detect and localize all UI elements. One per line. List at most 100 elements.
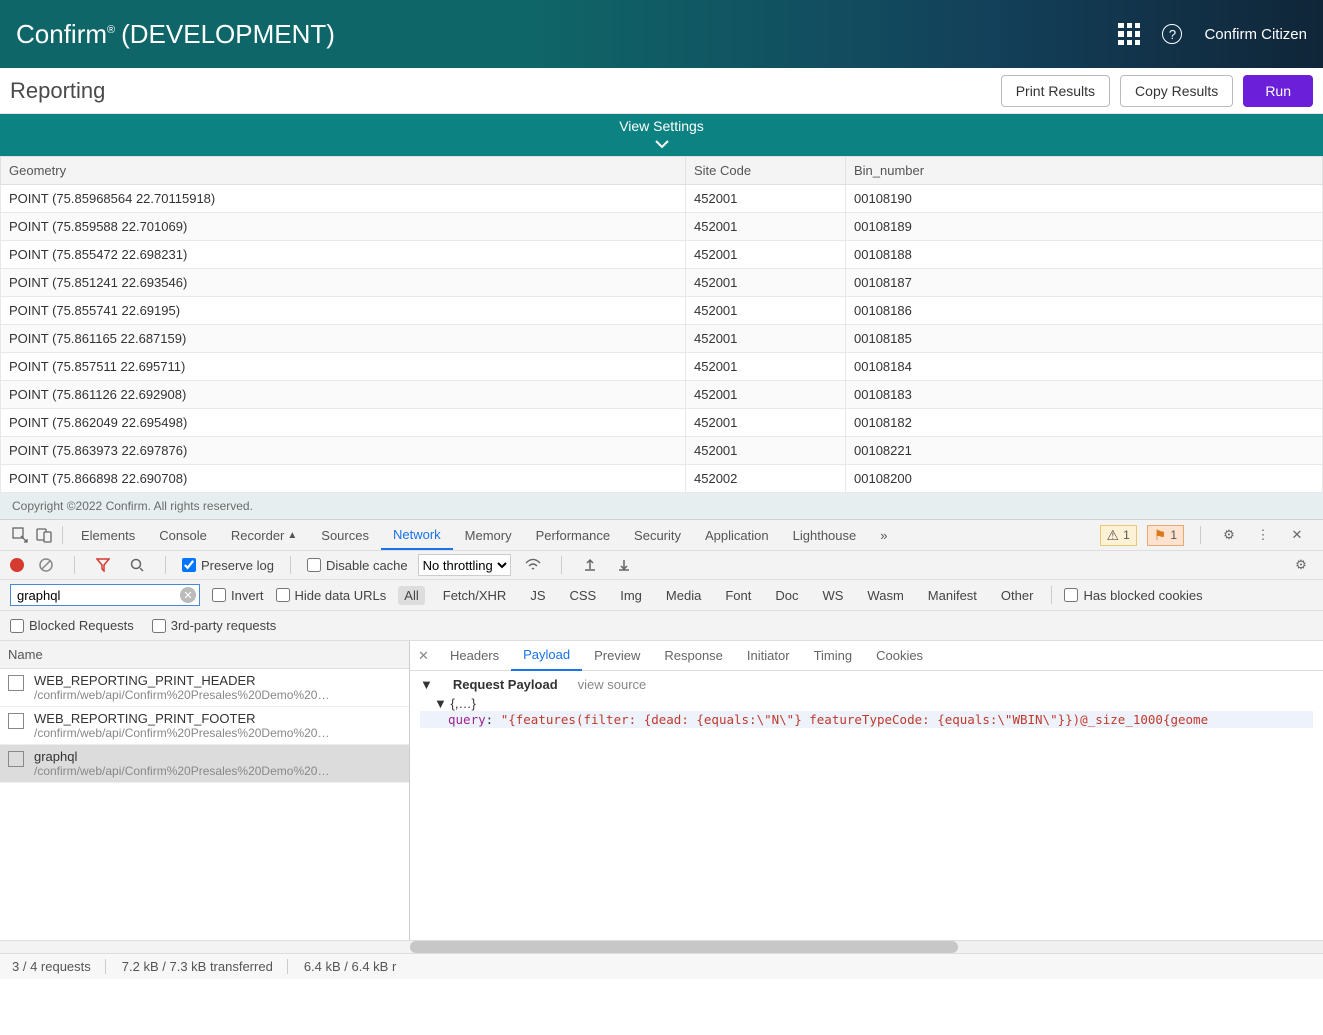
subtab-cookies[interactable]: Cookies (864, 641, 935, 671)
table-row[interactable]: POINT (75.861126 22.692908)4520010010818… (1, 381, 1323, 409)
table-row[interactable]: POINT (75.851241 22.693546)4520010010818… (1, 269, 1323, 297)
tab-performance[interactable]: Performance (524, 520, 622, 550)
table-row[interactable]: POINT (75.855741 22.69195)45200100108186 (1, 297, 1323, 325)
table-row[interactable]: POINT (75.855472 22.698231)4520010010818… (1, 241, 1323, 269)
cell-geometry: POINT (75.855472 22.698231) (1, 241, 686, 269)
hide-data-urls-checkbox[interactable]: Hide data URLs (276, 588, 387, 603)
search-icon[interactable] (125, 553, 149, 577)
tab-security[interactable]: Security (622, 520, 693, 550)
wifi-icon[interactable] (521, 553, 545, 577)
type-css[interactable]: CSS (564, 586, 603, 605)
copy-results-button[interactable]: Copy Results (1120, 75, 1233, 107)
subtab-payload[interactable]: Payload (511, 641, 582, 671)
tab-console[interactable]: Console (147, 520, 219, 550)
type-all[interactable]: All (398, 586, 424, 605)
subtab-timing[interactable]: Timing (802, 641, 865, 671)
request-item[interactable]: WEB_REPORTING_PRINT_HEADER/confirm/web/a… (0, 669, 409, 707)
type-doc[interactable]: Doc (769, 586, 804, 605)
network-settings-gear-icon[interactable]: ⚙ (1289, 553, 1313, 577)
subtab-initiator[interactable]: Initiator (735, 641, 802, 671)
has-blocked-cookies-checkbox[interactable]: Has blocked cookies (1064, 588, 1202, 603)
table-row[interactable]: POINT (75.866898 22.690708)4520020010820… (1, 465, 1323, 493)
column-geometry[interactable]: Geometry (1, 157, 686, 185)
help-icon[interactable]: ? (1162, 24, 1182, 44)
column-bin-number[interactable]: Bin_number (846, 157, 1323, 185)
cell-geometry: POINT (75.866898 22.690708) (1, 465, 686, 493)
clear-filter-icon[interactable]: ✕ (180, 587, 196, 603)
tab-lighthouse[interactable]: Lighthouse (781, 520, 869, 550)
invert-checkbox[interactable]: Invert (212, 588, 264, 603)
cell-geometry: POINT (75.851241 22.693546) (1, 269, 686, 297)
beta-indicator-icon: ▲ (287, 530, 297, 541)
table-row[interactable]: POINT (75.857511 22.695711)4520010010818… (1, 353, 1323, 381)
horizontal-scrollbar[interactable] (410, 941, 1323, 953)
tab-sources[interactable]: Sources (309, 520, 381, 550)
close-detail-icon[interactable]: ✕ (418, 648, 438, 664)
subtab-headers[interactable]: Headers (438, 641, 511, 671)
type-wasm[interactable]: Wasm (861, 586, 909, 605)
disclosure-triangle-icon[interactable]: ▼ (420, 677, 433, 692)
close-devtools-icon[interactable]: ✕ (1285, 523, 1309, 547)
tab-memory[interactable]: Memory (453, 520, 524, 550)
user-label[interactable]: Confirm Citizen (1204, 26, 1307, 43)
cell-site-code: 452001 (686, 213, 846, 241)
warnings-chip[interactable]: ⚠1 (1100, 525, 1137, 546)
type-manifest[interactable]: Manifest (922, 586, 983, 605)
request-item[interactable]: WEB_REPORTING_PRINT_FOOTER/confirm/web/a… (0, 707, 409, 745)
inspect-icon[interactable] (8, 523, 32, 547)
table-row[interactable]: POINT (75.863973 22.697876)4520010010822… (1, 437, 1323, 465)
type-js[interactable]: JS (524, 586, 551, 605)
kebab-menu-icon[interactable]: ⋮ (1251, 523, 1275, 547)
request-checkbox[interactable] (8, 675, 24, 691)
filter-funnel-icon[interactable] (91, 553, 115, 577)
cell-geometry: POINT (75.861126 22.692908) (1, 381, 686, 409)
upload-har-icon[interactable] (578, 553, 602, 577)
table-row[interactable]: POINT (75.85968564 22.70115918)452001001… (1, 185, 1323, 213)
blocked-requests-checkbox[interactable]: Blocked Requests (10, 618, 134, 633)
device-toggle-icon[interactable] (32, 523, 56, 547)
request-checkbox[interactable] (8, 713, 24, 729)
third-party-checkbox[interactable]: 3rd-party requests (152, 618, 277, 633)
type-other[interactable]: Other (995, 586, 1040, 605)
table-row[interactable]: POINT (75.862049 22.695498)4520010010818… (1, 409, 1323, 437)
preserve-log-checkbox[interactable]: Preserve log (182, 558, 274, 573)
throttling-select[interactable]: No throttling (418, 554, 511, 576)
column-site-code[interactable]: Site Code (686, 157, 846, 185)
subtab-preview[interactable]: Preview (582, 641, 652, 671)
brand: Confirm ® (DEVELOPMENT) (16, 19, 335, 50)
request-item[interactable]: graphql/confirm/web/api/Confirm%20Presal… (0, 745, 409, 783)
tab-more[interactable]: » (868, 520, 899, 550)
type-fetch[interactable]: Fetch/XHR (437, 586, 513, 605)
apps-grid-icon[interactable] (1118, 23, 1140, 45)
request-list-header[interactable]: Name (0, 641, 409, 669)
request-name: WEB_REPORTING_PRINT_FOOTER (34, 711, 329, 726)
type-media[interactable]: Media (660, 586, 707, 605)
settings-gear-icon[interactable]: ⚙ (1217, 523, 1241, 547)
download-har-icon[interactable] (612, 553, 636, 577)
request-checkbox[interactable] (8, 751, 24, 767)
brand-registered: ® (107, 24, 115, 36)
subtab-response[interactable]: Response (652, 641, 735, 671)
clear-icon[interactable] (34, 553, 58, 577)
payload-tree-root[interactable]: ▼ {,…} (420, 696, 1313, 711)
type-ws[interactable]: WS (816, 586, 849, 605)
tab-recorder[interactable]: Recorder▲ (219, 520, 309, 550)
view-settings-toggle[interactable]: View Settings (0, 114, 1323, 156)
cell-bin-number: 00108188 (846, 241, 1323, 269)
disable-cache-checkbox[interactable]: Disable cache (307, 558, 408, 573)
payload-query-line[interactable]: query: "{features(filter: {dead: {equals… (420, 711, 1313, 728)
tab-network[interactable]: Network (381, 520, 453, 550)
type-font[interactable]: Font (719, 586, 757, 605)
tab-elements[interactable]: Elements (69, 520, 147, 550)
print-results-button[interactable]: Print Results (1001, 75, 1110, 107)
issues-chip[interactable]: ⚑1 (1147, 525, 1184, 546)
record-icon[interactable] (10, 558, 24, 572)
filter-input[interactable] (10, 584, 200, 606)
cell-site-code: 452001 (686, 185, 846, 213)
view-source-link[interactable]: view source (578, 677, 647, 692)
table-row[interactable]: POINT (75.861165 22.687159)4520010010818… (1, 325, 1323, 353)
type-img[interactable]: Img (614, 586, 648, 605)
table-row[interactable]: POINT (75.859588 22.701069)4520010010818… (1, 213, 1323, 241)
run-button[interactable]: Run (1243, 75, 1313, 107)
tab-application[interactable]: Application (693, 520, 781, 550)
